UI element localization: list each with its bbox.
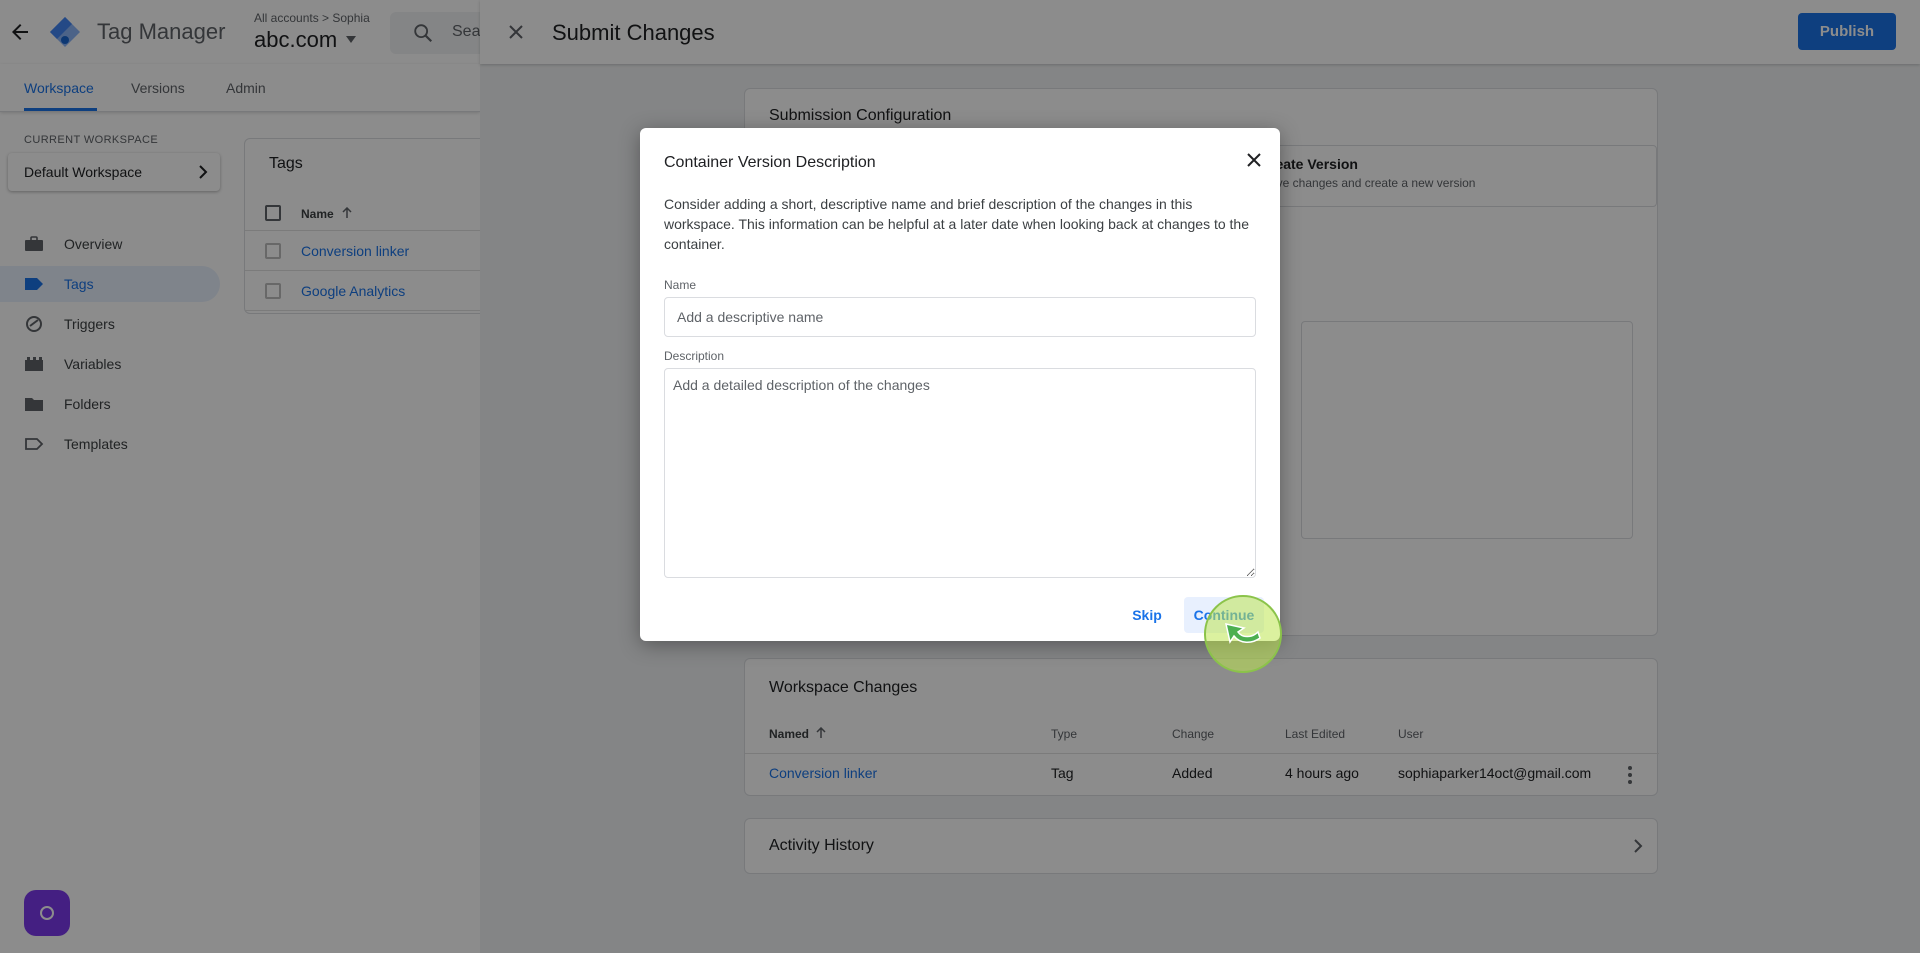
description-label: Description: [664, 349, 725, 363]
version-name-input[interactable]: [664, 297, 1256, 337]
container-version-dialog: Container Version Description Consider a…: [640, 128, 1280, 641]
name-label: Name: [664, 278, 697, 292]
dialog-title: Container Version Description: [664, 154, 876, 171]
cursor-arrow-icon: [1225, 623, 1261, 644]
skip-button[interactable]: Skip: [1116, 597, 1178, 633]
version-description-input[interactable]: [664, 368, 1256, 578]
close-icon[interactable]: [1244, 150, 1264, 170]
dialog-description: Consider adding a short, descriptive nam…: [664, 196, 1249, 252]
